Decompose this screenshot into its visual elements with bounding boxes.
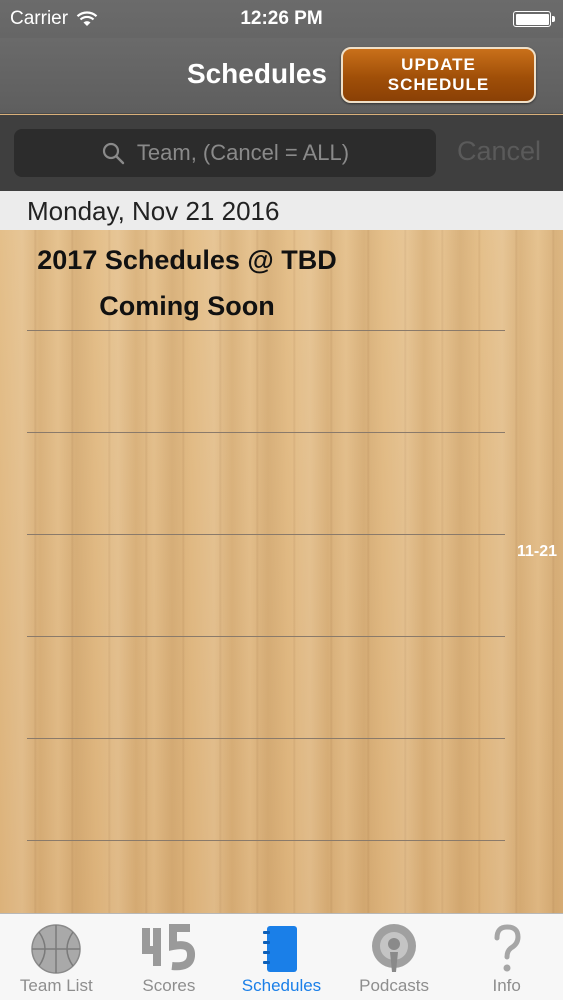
update-button-line1: Update bbox=[401, 55, 476, 74]
list-item[interactable] bbox=[27, 331, 505, 433]
schedule-title-line1: 2017 Schedules @ TBD bbox=[37, 245, 337, 275]
tab-scores[interactable]: Scores bbox=[113, 914, 226, 1000]
notebook-icon bbox=[263, 926, 298, 972]
tab-schedules[interactable]: Schedules bbox=[225, 914, 338, 1000]
date-section-header: Monday, Nov 21 2016 bbox=[0, 191, 563, 230]
search-input[interactable]: Team, (Cancel = ALL) bbox=[14, 129, 436, 177]
cancel-button[interactable]: Cancel bbox=[457, 136, 541, 167]
update-button-line2: Schedule bbox=[387, 75, 490, 94]
list-item[interactable]: 2017 Schedules @ TBD Coming Soon bbox=[27, 230, 505, 331]
update-schedule-button[interactable]: Update Schedule bbox=[341, 47, 536, 103]
list-item[interactable] bbox=[27, 637, 505, 739]
tab-label: Team List bbox=[19, 976, 93, 995]
schedule-list[interactable]: 2017 Schedules @ TBD Coming Soon 11-21 bbox=[0, 230, 563, 913]
navigation-bar: Schedules Update Schedule bbox=[0, 38, 563, 114]
tab-bar: Team List Scores Schedules Podcasts Info bbox=[0, 913, 563, 1000]
tab-label: Scores bbox=[142, 976, 196, 995]
search-icon bbox=[102, 142, 125, 165]
battery-icon bbox=[513, 11, 555, 27]
search-placeholder: Team, (Cancel = ALL) bbox=[136, 140, 350, 165]
list-item[interactable] bbox=[27, 433, 505, 535]
search-bar: Team, (Cancel = ALL) Cancel bbox=[0, 115, 563, 191]
scores-45-icon bbox=[141, 924, 195, 971]
page-title: Schedules bbox=[186, 58, 327, 89]
tab-podcasts[interactable]: Podcasts bbox=[338, 914, 451, 1000]
status-bar: Carrier 12:26 PM bbox=[0, 0, 563, 38]
schedule-title-line2: Coming Soon bbox=[99, 291, 275, 321]
tab-label: Schedules bbox=[241, 976, 322, 995]
clock: 12:26 PM bbox=[240, 8, 323, 29]
tab-label: Info bbox=[492, 976, 521, 995]
tab-info[interactable]: Info bbox=[450, 914, 563, 1000]
tab-label: Podcasts bbox=[359, 976, 430, 995]
basketball-icon bbox=[31, 924, 82, 974]
podcast-icon bbox=[372, 924, 417, 972]
list-item[interactable] bbox=[27, 739, 505, 841]
list-item[interactable] bbox=[27, 535, 505, 637]
section-index-label[interactable]: 11-21 bbox=[517, 543, 557, 561]
tab-team-list[interactable]: Team List bbox=[0, 914, 113, 1000]
question-mark-icon bbox=[494, 924, 521, 972]
